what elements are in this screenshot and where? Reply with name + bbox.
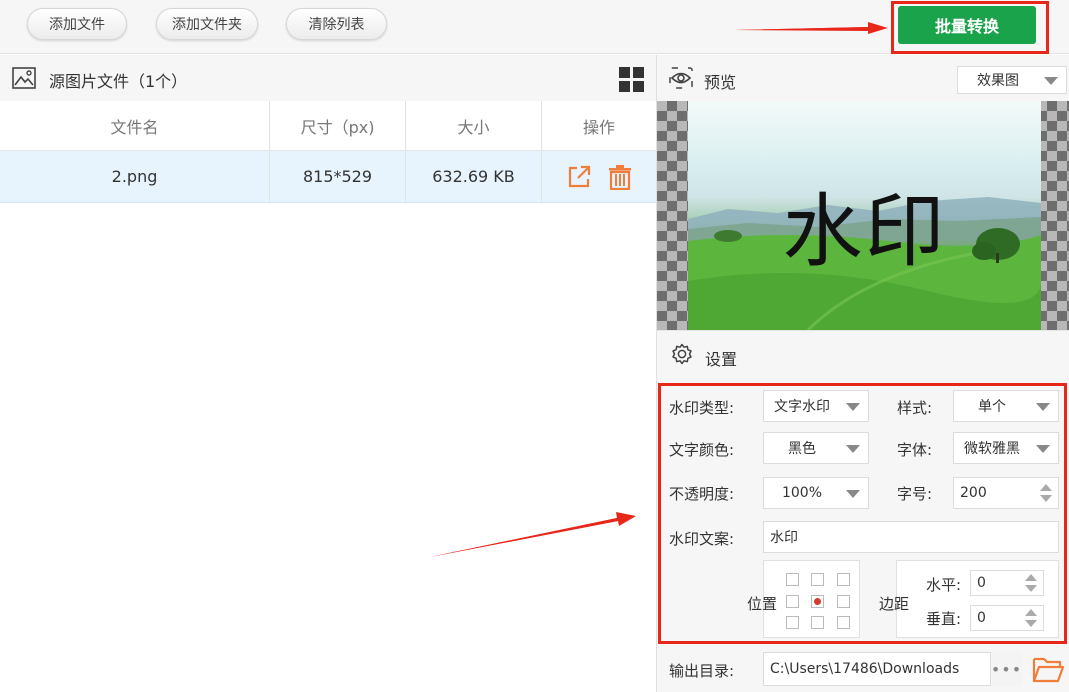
source-files-title: 源图片文件（1个） [49, 72, 188, 91]
column-actions: 操作 [582, 117, 615, 137]
chevron-down-icon [1044, 77, 1058, 85]
browse-button[interactable]: ••• [990, 652, 1022, 686]
column-filename: 文件名 [110, 117, 159, 137]
preview-image: 水印 [688, 101, 1041, 330]
file-table-header: 文件名 尺寸（px) 大小 操作 [0, 101, 656, 151]
open-external-icon[interactable] [566, 164, 592, 190]
column-size: 大小 [457, 117, 490, 137]
eye-icon [669, 67, 693, 89]
grid-view-icon[interactable] [619, 67, 644, 92]
preview-area: 水印 [657, 101, 1069, 330]
preview-mode-select[interactable]: 效果图 [957, 66, 1067, 94]
settings-highlight-box [658, 383, 1067, 644]
folder-icon[interactable] [1032, 654, 1064, 684]
row-file-size: 632.69 KB [432, 167, 515, 186]
settings-header: 设置 [657, 330, 1069, 378]
column-dimensions: 尺寸（px) [300, 117, 375, 137]
preview-title: 预览 [704, 73, 737, 92]
batch-convert-button[interactable]: 批量转换 [898, 6, 1036, 44]
table-row[interactable]: 2.png 815*529 632.69 KB [0, 151, 656, 203]
add-file-button[interactable]: 添加文件 [27, 8, 127, 40]
source-files-header: 源图片文件（1个） [0, 55, 656, 101]
add-folder-button[interactable]: 添加文件夹 [156, 8, 258, 40]
clear-list-button[interactable]: 清除列表 [286, 8, 387, 40]
gear-icon [672, 343, 692, 365]
output-dir-label: 输出目录: [669, 662, 735, 680]
preview-mode-value: 效果图 [977, 73, 1019, 89]
row-filename: 2.png [111, 167, 158, 186]
output-dir-input[interactable]: C:\Users\17486\Downloads [763, 652, 1022, 686]
preview-watermark-text: 水印 [782, 185, 947, 278]
settings-title: 设置 [705, 350, 738, 369]
output-dir-value: C:\Users\17486\Downloads [770, 661, 960, 677]
row-actions [542, 151, 656, 202]
arrow-to-settings-icon [430, 512, 636, 557]
delete-icon[interactable] [608, 164, 632, 190]
row-dimensions: 815*529 [302, 167, 373, 186]
image-icon [12, 67, 36, 89]
